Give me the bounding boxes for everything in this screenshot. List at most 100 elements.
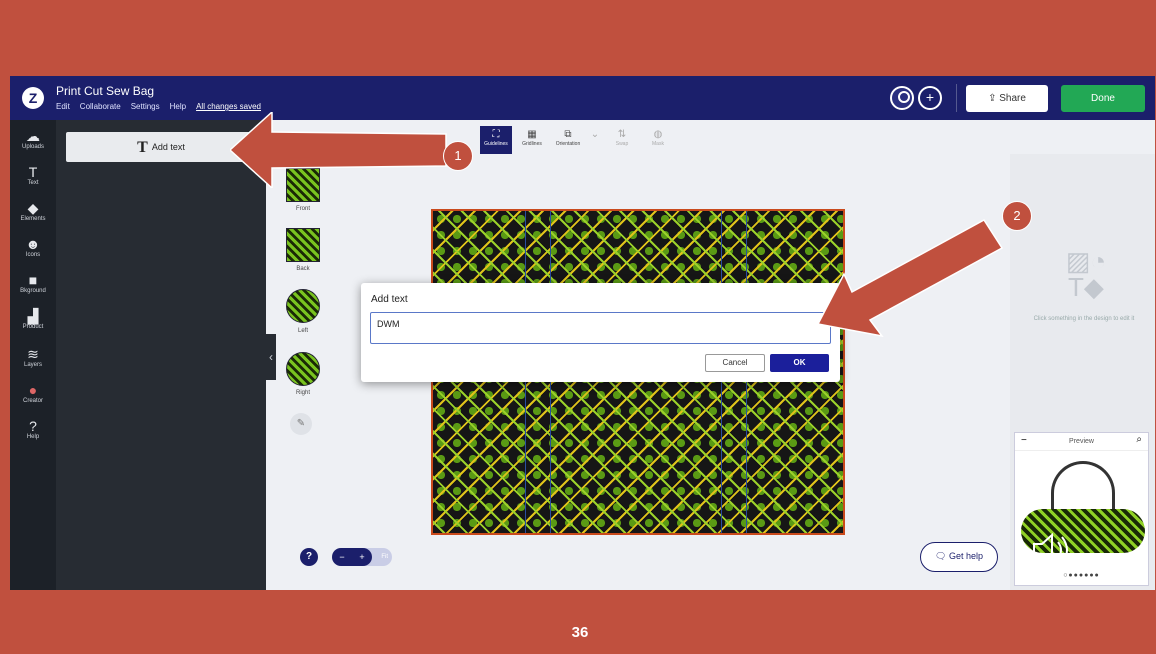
view-back-thumbnail[interactable] bbox=[286, 228, 320, 262]
text-input[interactable]: DWM bbox=[370, 312, 831, 344]
product-icon: ▟ bbox=[27, 308, 39, 324]
left-rail: ☁ Uploads T Text ◆ Elements ☻ Icons ■ Bkgroun… bbox=[10, 120, 56, 590]
toolbar-guidelines[interactable]: ⛶ Guidelines bbox=[480, 126, 512, 154]
add-text-label: Add text bbox=[151, 142, 185, 152]
help-icon[interactable]: ? bbox=[300, 548, 318, 566]
cancel-button[interactable]: Cancel bbox=[705, 354, 765, 372]
share-label: Share bbox=[999, 93, 1026, 104]
grid-icon: ▦ bbox=[527, 129, 537, 140]
rail-label: Layers bbox=[23, 362, 42, 368]
text-panel: T Add text bbox=[56, 120, 266, 590]
add-text-dialog: Add text DWM Cancel OK bbox=[361, 283, 840, 382]
view-front-label: Front bbox=[295, 206, 310, 212]
document-title[interactable]: Print Cut Sew Bag bbox=[56, 84, 154, 98]
toolbar-label: Gridlines bbox=[522, 141, 542, 147]
view-left-label: Left bbox=[297, 328, 308, 334]
rail-text[interactable]: T Text bbox=[10, 164, 56, 186]
menu-bar: Edit Collaborate Settings Help All chang… bbox=[56, 102, 261, 111]
orientation-icon: ⧉ bbox=[564, 129, 572, 140]
menu-edit[interactable]: Edit bbox=[56, 102, 70, 111]
layers-icon: ≋ bbox=[27, 346, 39, 362]
toolbar-swap[interactable]: ⇅ Swap bbox=[606, 126, 638, 154]
zoom-stepper: − + bbox=[332, 548, 372, 566]
rail-label: Uploads bbox=[21, 144, 44, 150]
zoom-in-icon[interactable]: + bbox=[359, 552, 364, 562]
zoom-control: − + Fit bbox=[332, 548, 392, 566]
design-elements-icon: ▨◔ T◆ bbox=[1065, 246, 1107, 302]
rail-label: Creator bbox=[22, 398, 43, 404]
slide-number: 36 bbox=[571, 624, 589, 641]
cloud-icon: ☁ bbox=[26, 128, 40, 144]
chevron-down-icon[interactable]: ⌄ bbox=[588, 126, 602, 154]
toolbar-mask[interactable]: ◍ Mask bbox=[642, 126, 674, 154]
rail-icons[interactable]: ☻ Icons bbox=[10, 236, 56, 258]
rail-label: Text bbox=[27, 180, 39, 186]
rail-layers[interactable]: ≋ Layers bbox=[10, 346, 56, 368]
rail-label: Help bbox=[26, 434, 40, 440]
speaker-icon[interactable] bbox=[1030, 530, 1074, 570]
rail-product[interactable]: ▟ Product bbox=[10, 308, 56, 330]
arrow-pointer-1 bbox=[230, 112, 447, 188]
toolbar-orientation[interactable]: ⧉ Orientation bbox=[552, 126, 584, 154]
text-icon: T bbox=[28, 164, 38, 180]
callout-2: 2 bbox=[1002, 201, 1032, 231]
canvas-toolbar: ⛶ Guidelines ▦ Gridlines ⧉ Orientation ⌄ ⇅ S… bbox=[480, 126, 674, 154]
rail-label: Elements bbox=[20, 216, 46, 222]
properties-hint: Click something in the design to edit it bbox=[1033, 316, 1135, 322]
arrow-pointer-2 bbox=[816, 219, 1004, 338]
rail-help[interactable]: ? Help bbox=[10, 418, 56, 440]
menu-help[interactable]: Help bbox=[170, 102, 186, 111]
shapes-icon: ◆ bbox=[27, 200, 39, 216]
menu-settings[interactable]: Settings bbox=[131, 102, 160, 111]
toolbar-label: Swap bbox=[615, 141, 629, 147]
divider bbox=[956, 84, 957, 112]
add-text-button[interactable]: T Add text bbox=[66, 132, 256, 162]
background-icon: ■ bbox=[28, 272, 38, 288]
rail-label: Icons bbox=[25, 252, 41, 258]
zoom-fit-button[interactable]: Fit bbox=[381, 548, 388, 566]
text-t-icon: T bbox=[137, 138, 148, 156]
view-left-thumbnail[interactable] bbox=[286, 289, 320, 323]
dialog-title: Add text bbox=[371, 294, 408, 305]
view-back-label: Back bbox=[296, 266, 310, 272]
rail-label: Product bbox=[22, 324, 44, 330]
toolbar-label: Mask bbox=[652, 141, 664, 147]
minimize-icon[interactable]: − bbox=[1021, 435, 1027, 446]
get-help-button[interactable]: 🗨 Get help bbox=[920, 542, 998, 572]
rail-elements[interactable]: ◆ Elements bbox=[10, 200, 56, 222]
user-avatar-icon[interactable] bbox=[890, 86, 914, 110]
zoom-out-icon[interactable]: − bbox=[339, 552, 344, 562]
done-button[interactable]: Done bbox=[1061, 85, 1145, 112]
toolbar-gridlines[interactable]: ▦ Gridlines bbox=[516, 126, 548, 154]
preview-pager[interactable]: ○●●●●●● bbox=[1015, 572, 1148, 579]
smiley-icon: ☻ bbox=[25, 236, 41, 252]
rail-uploads[interactable]: ☁ Uploads bbox=[10, 128, 56, 150]
view-right-label: Right bbox=[295, 390, 310, 396]
save-status[interactable]: All changes saved bbox=[196, 102, 261, 111]
share-icon: ⇪ bbox=[988, 93, 1000, 104]
avatar-icon: ● bbox=[28, 382, 38, 398]
get-help-label: Get help bbox=[948, 551, 983, 561]
add-collaborator-icon[interactable]: + bbox=[918, 86, 942, 110]
toolbar-label: Orientation bbox=[555, 141, 581, 147]
guidelines-icon: ⛶ bbox=[492, 129, 500, 140]
top-bar: Z Print Cut Sew Bag Edit Collaborate Set… bbox=[10, 76, 1155, 120]
preview-title: Preview bbox=[1015, 433, 1148, 451]
swap-icon: ⇅ bbox=[617, 129, 627, 140]
callout-1: 1 bbox=[443, 141, 473, 171]
rail-label: Bkground bbox=[20, 288, 46, 294]
app-logo-icon[interactable]: Z bbox=[22, 87, 44, 109]
rail-background[interactable]: ■ Bkground bbox=[10, 272, 56, 294]
menu-collaborate[interactable]: Collaborate bbox=[80, 102, 121, 111]
help-icon: ? bbox=[29, 418, 37, 434]
view-right-thumbnail[interactable] bbox=[286, 352, 320, 386]
collapse-panel-chevron-icon[interactable]: ‹ bbox=[266, 334, 276, 380]
rail-creator[interactable]: ● Creator bbox=[10, 382, 56, 404]
toolbar-label: Guidelines bbox=[484, 141, 508, 147]
ok-button[interactable]: OK bbox=[770, 354, 829, 372]
search-icon[interactable]: ⌕ bbox=[1136, 434, 1142, 445]
share-button[interactable]: ⇪ Share bbox=[966, 85, 1048, 112]
chat-icon: 🗨 bbox=[935, 551, 949, 561]
edit-pen-icon[interactable]: ✎ bbox=[290, 413, 312, 435]
mask-icon: ◍ bbox=[653, 129, 663, 140]
